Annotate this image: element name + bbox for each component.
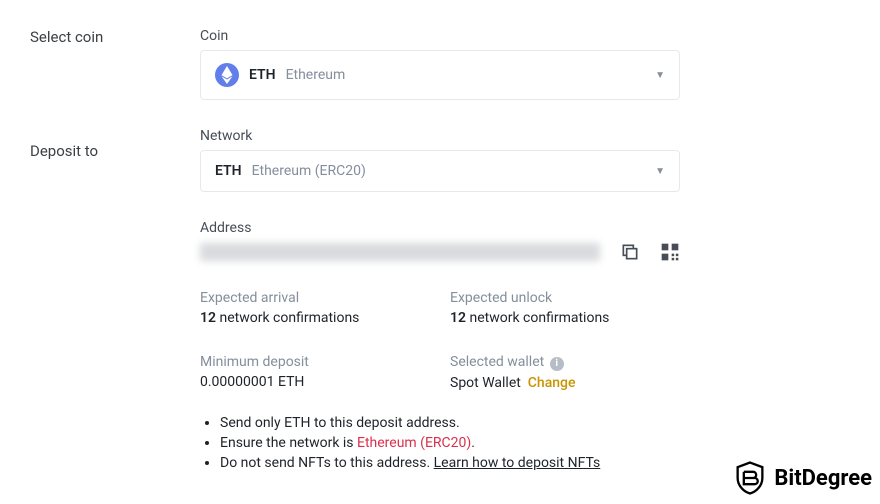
coin-field-label: Coin bbox=[200, 28, 680, 44]
change-wallet-link[interactable]: Change bbox=[528, 375, 576, 391]
coin-symbol: ETH bbox=[249, 67, 276, 83]
chevron-down-icon: ▼ bbox=[655, 70, 665, 81]
expected-unlock-unit: network confirmations bbox=[469, 310, 609, 326]
deposit-address-value bbox=[200, 243, 600, 261]
expected-arrival-unit: network confirmations bbox=[219, 310, 359, 326]
expected-unlock-count: 12 bbox=[450, 310, 466, 326]
selected-wallet-label: Selected wallet bbox=[450, 354, 544, 370]
watermark-logo: BitDegree bbox=[730, 456, 876, 500]
min-deposit-value: 0.00000001 ETH bbox=[200, 374, 430, 390]
section-label-select-coin: Select coin bbox=[30, 28, 200, 46]
expected-arrival-count: 12 bbox=[200, 310, 216, 326]
shield-icon bbox=[734, 462, 766, 494]
list-item: Send only ETH to this deposit address. bbox=[220, 415, 680, 431]
coin-name: Ethereum bbox=[286, 67, 346, 83]
chevron-down-icon: ▼ bbox=[655, 166, 665, 177]
info-icon[interactable]: i bbox=[550, 357, 564, 371]
qr-code-icon[interactable] bbox=[660, 242, 680, 262]
section-label-deposit-to: Deposit to bbox=[30, 142, 200, 160]
learn-nft-link[interactable]: Learn how to deposit NFTs bbox=[434, 455, 601, 471]
network-symbol: ETH bbox=[215, 163, 242, 179]
min-deposit-block: Minimum deposit 0.00000001 ETH bbox=[200, 354, 430, 391]
selected-wallet-value: Spot Wallet bbox=[450, 375, 521, 391]
copy-icon[interactable] bbox=[620, 242, 640, 262]
selected-wallet-block: Selected wallet i Spot Wallet Change bbox=[450, 354, 680, 391]
watermark-text: BitDegree bbox=[774, 466, 872, 491]
list-item: Do not send NFTs to this address. Learn … bbox=[220, 455, 680, 471]
expected-unlock-block: Expected unlock 12 network confirmations bbox=[450, 290, 680, 326]
min-deposit-label: Minimum deposit bbox=[200, 354, 430, 370]
coin-dropdown[interactable]: ETH Ethereum ▼ bbox=[200, 50, 680, 100]
list-item: Ensure the network is Ethereum (ERC20). bbox=[220, 435, 680, 451]
network-name: Ethereum (ERC20) bbox=[252, 163, 366, 179]
network-dropdown[interactable]: ETH Ethereum (ERC20) ▼ bbox=[200, 150, 680, 192]
expected-unlock-label: Expected unlock bbox=[450, 290, 680, 306]
network-field-label: Network bbox=[200, 128, 680, 144]
deposit-warnings-list: Send only ETH to this deposit address. E… bbox=[200, 415, 680, 471]
expected-arrival-label: Expected arrival bbox=[200, 290, 430, 306]
address-field-label: Address bbox=[200, 220, 680, 236]
expected-arrival-block: Expected arrival 12 network confirmation… bbox=[200, 290, 430, 326]
ethereum-icon bbox=[215, 63, 239, 87]
